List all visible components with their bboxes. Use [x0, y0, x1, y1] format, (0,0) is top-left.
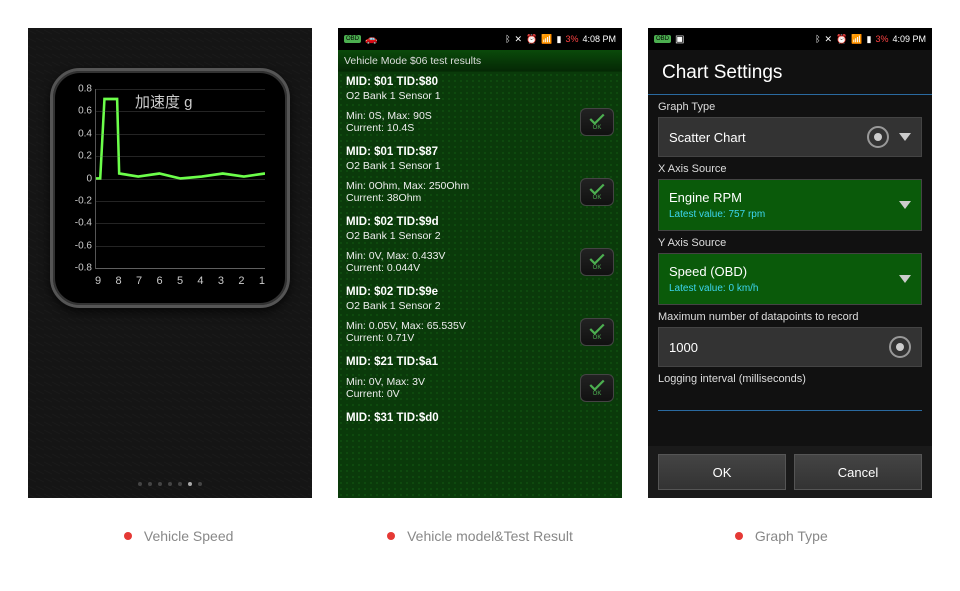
- network-icon: 📶: [541, 34, 552, 45]
- interval-input[interactable]: [658, 389, 922, 411]
- ok-badge: OK: [580, 178, 614, 206]
- ok-badge: OK: [580, 318, 614, 346]
- caption-3: Graph Type: [639, 528, 923, 544]
- chevron-down-icon: [899, 133, 911, 141]
- ok-badge: OK: [580, 108, 614, 136]
- mute-icon: ✕: [515, 34, 523, 45]
- x-axis-value: Engine RPM: [669, 190, 765, 205]
- x-tick-label: 7: [136, 275, 142, 287]
- x-tick-label: 9: [95, 275, 101, 287]
- result-header: MID: $01 TID:$87O2 Bank 1 Sensor 1: [338, 142, 622, 174]
- status-bar: OBD ▣ ᛒ ✕ ⏰ 📶 ▮ 3% 4:09 PM: [648, 28, 932, 50]
- signal-icon: ▮: [557, 34, 562, 45]
- y-tick-label: 0.8: [70, 84, 92, 95]
- x-axis-latest: Latest value: 757 rpm: [669, 209, 765, 220]
- max-datapoints-input[interactable]: 1000: [658, 327, 922, 367]
- y-tick-label: 0: [70, 173, 92, 184]
- y-axis-value: Speed (OBD): [669, 264, 759, 279]
- interval-label: Logging interval (milliseconds): [648, 367, 932, 389]
- battery-pct: 3%: [875, 34, 888, 44]
- results-list[interactable]: MID: $01 TID:$80O2 Bank 1 Sensor 1Min: 0…: [338, 72, 622, 498]
- gauge-widget: 加速度 g 0.80.60.40.20-0.2-0.4-0.6-0.8 9876…: [50, 68, 290, 308]
- car-icon: 🚗: [365, 34, 377, 45]
- radio-icon: [867, 126, 889, 148]
- graph-type-select[interactable]: Scatter Chart: [658, 117, 922, 157]
- y-axis-label: Y Axis Source: [648, 231, 932, 253]
- x-tick-label: 5: [177, 275, 183, 287]
- screen-test-results: OBD 🚗 ᛒ ✕ ⏰ 📶 ▮ 3% 4:08 PM Vehicle Mode …: [338, 28, 622, 498]
- cancel-button[interactable]: Cancel: [794, 454, 922, 490]
- bluetooth-icon: ᛒ: [505, 34, 510, 44]
- x-tick-label: 8: [115, 275, 121, 287]
- y-tick-label: -0.2: [70, 195, 92, 206]
- chevron-down-icon: [899, 275, 911, 283]
- x-tick-label: 6: [156, 275, 162, 287]
- bullet-icon: [387, 532, 395, 540]
- max-datapoints-label: Maximum number of datapoints to record: [648, 305, 932, 327]
- mute-icon: ✕: [825, 34, 833, 45]
- x-tick-label: 2: [238, 275, 244, 287]
- x-tick-label: 4: [197, 275, 203, 287]
- x-axis-label: X Axis Source: [648, 157, 932, 179]
- bullet-icon: [124, 532, 132, 540]
- pager-dots: [28, 482, 312, 486]
- image-icon: ▣: [675, 34, 684, 45]
- result-header: MID: $02 TID:$9dO2 Bank 1 Sensor 2: [338, 212, 622, 244]
- y-axis-select[interactable]: Speed (OBD) Latest value: 0 km/h: [658, 253, 922, 305]
- alarm-icon: ⏰: [526, 34, 537, 45]
- radio-icon: [889, 336, 911, 358]
- bluetooth-icon: ᛒ: [815, 34, 820, 44]
- result-header: MID: $31 TID:$d0: [338, 408, 622, 426]
- signal-icon: ▮: [867, 34, 872, 45]
- battery-pct: 3%: [565, 34, 578, 44]
- caption-1: Vehicle Speed: [37, 528, 321, 544]
- x-axis-select[interactable]: Engine RPM Latest value: 757 rpm: [658, 179, 922, 231]
- network-icon: 📶: [851, 34, 862, 45]
- y-tick-label: 0.2: [70, 151, 92, 162]
- clock: 4:09 PM: [892, 34, 926, 44]
- obd-icon: OBD: [654, 35, 671, 43]
- result-row[interactable]: Min: 0V, Max: 3VCurrent: 0VOK: [338, 370, 622, 408]
- x-tick-label: 3: [218, 275, 224, 287]
- caption-2: Vehicle model&Test Result: [338, 528, 622, 544]
- ok-badge: OK: [580, 248, 614, 276]
- result-header: MID: $02 TID:$9eO2 Bank 1 Sensor 2: [338, 282, 622, 314]
- bullet-icon: [735, 532, 743, 540]
- alarm-icon: ⏰: [836, 34, 847, 45]
- y-tick-label: -0.8: [70, 263, 92, 274]
- y-tick-label: 0.6: [70, 106, 92, 117]
- result-row[interactable]: Min: 0V, Max: 0.433VCurrent: 0.044VOK: [338, 244, 622, 282]
- ok-button[interactable]: OK: [658, 454, 786, 490]
- y-tick-label: 0.4: [70, 128, 92, 139]
- graph-type-label: Graph Type: [648, 95, 932, 117]
- screen-vehicle-speed: 加速度 g 0.80.60.40.20-0.2-0.4-0.6-0.8 9876…: [28, 28, 312, 498]
- y-tick-label: -0.4: [70, 218, 92, 229]
- x-tick-label: 1: [259, 275, 265, 287]
- graph-type-value: Scatter Chart: [669, 130, 746, 145]
- dialog-title: Chart Settings: [648, 50, 932, 95]
- ok-badge: OK: [580, 374, 614, 402]
- y-axis-latest: Latest value: 0 km/h: [669, 283, 759, 294]
- chevron-down-icon: [899, 201, 911, 209]
- result-header: MID: $01 TID:$80O2 Bank 1 Sensor 1: [338, 72, 622, 104]
- result-header: MID: $21 TID:$a1: [338, 352, 622, 370]
- result-row[interactable]: Min: 0S, Max: 90SCurrent: 10.4SOK: [338, 104, 622, 142]
- screen-title: Vehicle Mode $06 test results: [338, 50, 622, 72]
- result-row[interactable]: Min: 0Ohm, Max: 250OhmCurrent: 38OhmOK: [338, 174, 622, 212]
- result-row[interactable]: Min: 0.05V, Max: 65.535VCurrent: 0.71VOK: [338, 314, 622, 352]
- screen-chart-settings: OBD ▣ ᛒ ✕ ⏰ 📶 ▮ 3% 4:09 PM Chart Setting…: [648, 28, 932, 498]
- status-bar: OBD 🚗 ᛒ ✕ ⏰ 📶 ▮ 3% 4:08 PM: [338, 28, 622, 50]
- obd-icon: OBD: [344, 35, 361, 43]
- clock: 4:08 PM: [582, 34, 616, 44]
- max-datapoints-value: 1000: [669, 340, 698, 355]
- y-tick-label: -0.6: [70, 240, 92, 251]
